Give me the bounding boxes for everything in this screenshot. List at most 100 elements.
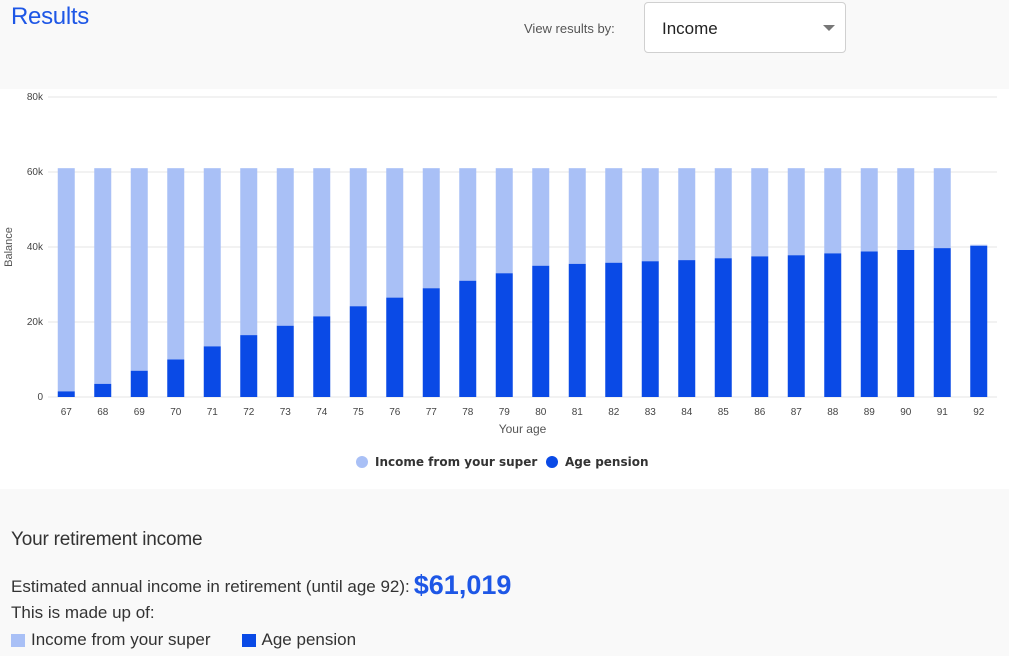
key-super-label: Income from your super <box>31 630 211 649</box>
bar-pension <box>130 370 148 397</box>
bar-super <box>532 168 550 266</box>
legend-layer: Income from your super Age pension <box>356 455 649 469</box>
legend-super-label: Income from your super <box>375 455 537 469</box>
x-tick-label: 91 <box>937 407 949 418</box>
bar-pension <box>313 316 331 397</box>
x-tick-label: 84 <box>681 407 693 418</box>
x-tick-label: 90 <box>900 407 912 418</box>
y-tick-label: 0 <box>37 392 43 403</box>
bar-super <box>349 168 367 307</box>
bar-super <box>933 168 951 249</box>
results-title: Results <box>11 3 89 30</box>
x-tick-label: 78 <box>462 407 474 418</box>
bar-super <box>422 168 440 289</box>
key-item-super: Income from your super <box>11 630 211 650</box>
bar-super <box>94 168 112 384</box>
bar-super <box>970 244 988 246</box>
bar-pension <box>678 260 696 397</box>
x-tick-label: 69 <box>134 407 146 418</box>
bar-layer <box>57 168 988 397</box>
bar-super <box>787 168 805 256</box>
legend-pension-marker <box>546 456 558 468</box>
x-tick-label: 85 <box>718 407 730 418</box>
bar-super <box>897 168 915 250</box>
super-swatch <box>11 633 25 647</box>
bar-pension <box>167 359 185 397</box>
bar-pension <box>641 261 659 397</box>
bar-super <box>240 168 258 336</box>
bar-super <box>203 168 221 347</box>
estimated-income-label: Estimated annual income in retirement (u… <box>11 577 410 596</box>
bar-pension <box>787 255 805 397</box>
made-up-of-label: This is made up of: <box>11 603 155 622</box>
x-tick-label: 71 <box>207 407 219 418</box>
x-tick-label: 87 <box>791 407 803 418</box>
x-tick-label: 89 <box>864 407 876 418</box>
bar-super <box>313 168 331 317</box>
x-tick-label: 80 <box>535 407 547 418</box>
bar-pension <box>349 306 367 397</box>
grid-layer <box>48 96 997 398</box>
x-tick-label: 74 <box>316 407 328 418</box>
estimated-income-line: Estimated annual income in retirement (u… <box>11 570 511 601</box>
key-pension-label: Age pension <box>261 630 357 649</box>
y-tick-label: 60k <box>27 167 44 178</box>
bar-pension <box>386 297 404 397</box>
y-tick-label: 40k <box>27 242 44 253</box>
bar-super <box>568 168 586 264</box>
view-results-label: View results by: <box>524 21 615 36</box>
bar-super <box>605 168 623 263</box>
x-tick-label: 88 <box>827 407 839 418</box>
pension-swatch <box>241 633 256 647</box>
x-tick-label: 70 <box>170 407 182 418</box>
y-axis-title: Balance <box>3 227 15 267</box>
bar-pension <box>970 245 988 397</box>
x-axis-title: Your age <box>499 422 547 436</box>
x-tick-label: 81 <box>572 407 584 418</box>
x-tick-label: 67 <box>61 407 73 418</box>
bar-pension <box>714 258 732 397</box>
x-tick-label: 68 <box>97 407 109 418</box>
bar-pension <box>240 335 258 397</box>
chart: 0 20k 40k 60k 80k 67 68 69 70 71 72 73 74 75 76 77 78 79 8… <box>3 92 997 469</box>
bar-pension <box>495 273 513 397</box>
view-results-select-value: Income <box>662 19 718 38</box>
legend-pension-label: Age pension <box>565 455 649 469</box>
bar-pension <box>57 391 75 397</box>
bar-super <box>860 168 878 252</box>
bar-super <box>130 168 148 371</box>
bar-super <box>386 168 404 298</box>
bar-pension <box>203 346 221 397</box>
bar-pension <box>605 262 623 397</box>
x-tick-label: 79 <box>499 407 511 418</box>
bar-super <box>641 168 659 262</box>
bar-pension <box>276 325 294 397</box>
view-results-select[interactable]: Income <box>644 2 846 53</box>
bar-pension <box>933 248 951 397</box>
x-tick-label: 86 <box>754 407 766 418</box>
key-item-pension: Age pension <box>241 630 357 650</box>
bar-super <box>276 168 294 326</box>
bar-pension <box>824 253 842 397</box>
bar-pension <box>94 383 112 397</box>
chart-panel: 0 20k 40k 60k 80k 67 68 69 70 71 72 73 74 75 76 77 78 79 8… <box>0 89 1009 489</box>
bar-super <box>824 168 842 254</box>
x-tick-label: 82 <box>608 407 620 418</box>
x-tick-label: 72 <box>243 407 255 418</box>
x-tick-label: 73 <box>280 407 292 418</box>
x-tick-label: 76 <box>389 407 401 418</box>
x-tick-label: 75 <box>353 407 365 418</box>
bar-pension <box>422 288 440 397</box>
x-tick-label: 77 <box>426 407 438 418</box>
bar-pension <box>897 250 915 397</box>
estimated-income-amount: $61,019 <box>413 570 512 600</box>
income-key: Income from your super Age pension <box>11 630 387 650</box>
y-tick-label: 80k <box>27 92 44 103</box>
x-tick-label: 92 <box>973 407 985 418</box>
chevron-down-icon <box>823 25 835 31</box>
bar-super <box>459 168 477 281</box>
bar-super <box>57 168 75 392</box>
x-tick-label: 83 <box>645 407 657 418</box>
bar-pension <box>751 256 769 397</box>
bar-super <box>714 168 732 259</box>
